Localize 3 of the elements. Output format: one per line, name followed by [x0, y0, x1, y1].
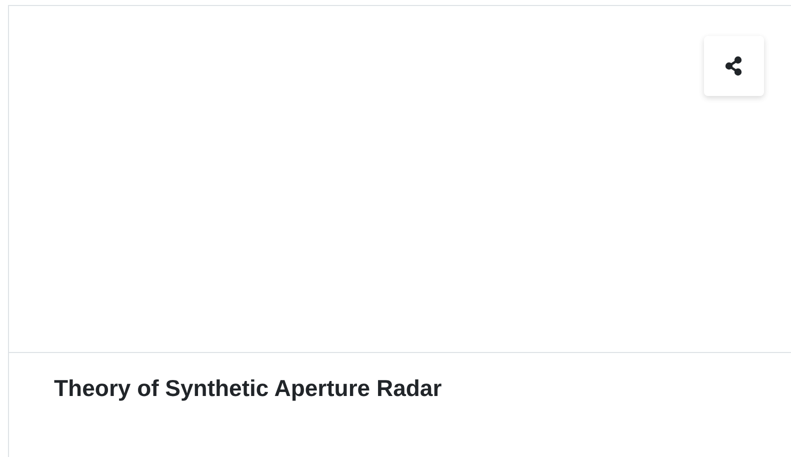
share-button[interactable]: [704, 36, 764, 96]
share-icon: [725, 56, 743, 76]
card-title: Theory of Synthetic Aperture Radar: [53, 374, 443, 403]
